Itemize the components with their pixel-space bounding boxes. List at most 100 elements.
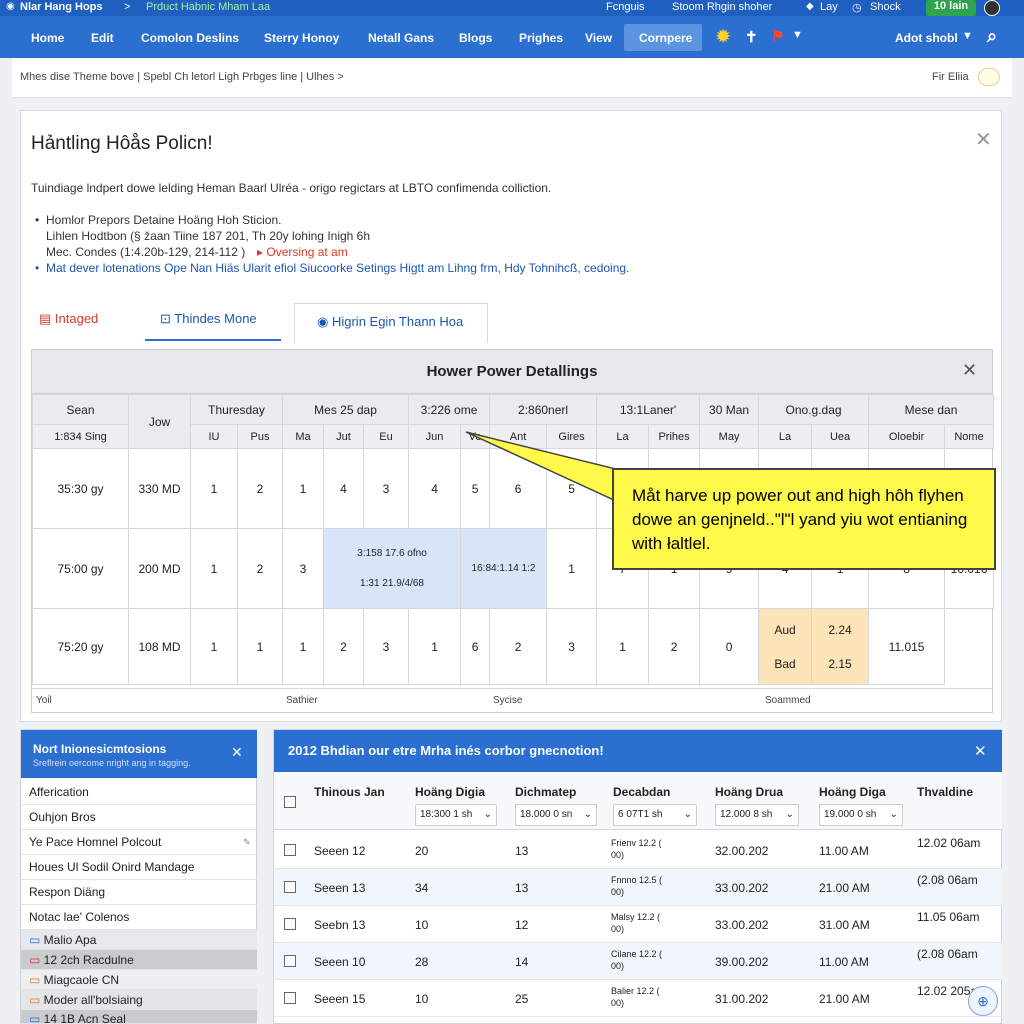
status-badge[interactable]: 10 lain	[926, 0, 976, 16]
bullet-link[interactable]: Mat dever lotenations Ope Nan Hiäs Ulari…	[46, 261, 629, 275]
row-checkbox[interactable]	[284, 955, 296, 967]
cell: 35:30 gy	[32, 448, 129, 529]
row-checkbox[interactable]	[284, 881, 296, 893]
select-value: 19.000 0 sh	[824, 809, 877, 820]
flag-icon[interactable]: ⚑	[771, 27, 784, 45]
breadcrumb-text[interactable]: Mhes dise Theme bove | Spebl Ch letorl L…	[20, 71, 344, 83]
cell: 12.02 06am	[917, 836, 981, 850]
filter-select[interactable]: 6 07T1 sh ⌄	[613, 804, 697, 826]
top-link-3[interactable]: Lay	[820, 1, 838, 13]
list-item[interactable]: ▭ Miagcaole CN	[21, 970, 257, 990]
filter-select[interactable]: 19.000 0 sh ⌄	[819, 804, 903, 826]
col-header[interactable]: Thvaldine	[917, 785, 973, 799]
row-checkbox[interactable]	[284, 918, 296, 930]
cell: 21.00 AM	[819, 992, 870, 1006]
filter-label[interactable]: Fir Eliia	[932, 71, 969, 83]
help-icon[interactable]: ⊕	[968, 986, 998, 1016]
cell: 1	[282, 608, 325, 685]
pin-icon[interactable]: ✝	[745, 28, 758, 46]
search-icon[interactable]: ⌕	[987, 26, 997, 47]
list-item-label: Ye Pace Homnel Polcout	[29, 835, 162, 849]
top-link-1[interactable]: Fcnguis	[606, 1, 645, 13]
highlight-cell[interactable]: 2.24 2.15	[811, 608, 870, 685]
close-icon[interactable]: ✕	[975, 127, 992, 152]
col-header[interactable]: Decabdan	[613, 785, 670, 799]
tab-thindes[interactable]: ⊡ Thindes Mone	[145, 311, 281, 341]
list-item[interactable]: Afferication	[21, 780, 257, 805]
col-header[interactable]: Hoäng Drua	[715, 785, 783, 799]
filter-select[interactable]: 18:300 1 sh ⌄	[415, 804, 497, 826]
list-item[interactable]: Notac lae' Colenos	[21, 905, 257, 930]
highlight-cell[interactable]: Aud Bad	[758, 608, 813, 685]
cell: 14	[515, 955, 529, 969]
top-link-2[interactable]: Stoom Rhgin shoher	[672, 1, 772, 13]
list-item[interactable]: Houes Ul Sodil Onird Mandage	[21, 855, 257, 880]
col-header[interactable]: Hoäng Diga	[819, 785, 886, 799]
nav-item-4[interactable]: Sterry Honoy	[264, 31, 339, 45]
close-icon[interactable]: ✕	[962, 360, 977, 381]
table-row[interactable]: 75:20 gy 108 MD 1 1 1 2 3 1 6 2 3 1 2 0 …	[32, 608, 994, 685]
table-row[interactable]: Seeen 13 34 13 Fnnno 12.5 ( 00) 33.00.20…	[274, 869, 1002, 906]
list-item[interactable]: ▭ 12 2ch Racdulne	[21, 950, 257, 970]
list-item[interactable]: Respon Diäng	[21, 880, 257, 905]
cell: 1	[282, 448, 325, 529]
nav-item-7[interactable]: Prighes	[519, 31, 563, 45]
sub-head: Jut	[323, 424, 365, 449]
col-header[interactable]: Thinous Jan	[314, 785, 385, 799]
nav-compare[interactable]: Cornpere	[639, 31, 692, 45]
filter-select[interactable]: 12.000 8 sh ⌄	[715, 804, 799, 826]
site-name[interactable]: Nlar Hang Hops	[20, 1, 103, 13]
list-item[interactable]: Ye Pace Homnel Polcout ✎	[21, 830, 257, 855]
chart-icon: ⊡	[160, 311, 175, 326]
table-row[interactable]: Seebn 13 10 12 Malsy 12.2 ( 00) 33.00.20…	[274, 906, 1002, 943]
cell: 11.00 AM	[819, 955, 869, 969]
chevron-down-icon[interactable]: ▼	[792, 29, 803, 41]
row-checkbox[interactable]	[284, 992, 296, 1004]
table-row[interactable]: Seeen 15 10 25 Balier 12.2 ( 00) 31.00.2…	[274, 980, 1002, 1017]
nav-view[interactable]: View	[585, 31, 612, 45]
table-row[interactable]: Seeen 10 28 14 Cilane 12.2 ( 00) 39.00.2…	[274, 943, 1002, 980]
select-all-checkbox[interactable]	[284, 796, 296, 808]
tab-intaged[interactable]: ▤ Intaged	[39, 311, 98, 341]
highlight-cell[interactable]: 3:158 17.6 ofno 1:31 21.9/4/68	[323, 528, 462, 609]
sun-icon[interactable]: ✹	[716, 27, 730, 47]
cell: 11.00 AM	[819, 844, 869, 858]
tab-label: Thindes Mone	[174, 311, 257, 326]
cell: 39.00.202	[715, 955, 769, 969]
col-header[interactable]: Dichmatep	[515, 785, 576, 799]
cell: 1	[596, 608, 650, 685]
highlight-cell[interactable]: 16:84:1.14 1:2	[460, 528, 548, 609]
list-item[interactable]: ▭ Moder all'bolsiaing	[21, 990, 257, 1010]
list-item[interactable]: Ouhjon Bros	[21, 805, 257, 830]
nav-item-5[interactable]: Netall Gans	[368, 31, 434, 45]
chevron-down-icon[interactable]: ▼	[962, 30, 973, 42]
nav-home[interactable]: Home	[31, 31, 64, 45]
filter-toggle[interactable]	[978, 68, 1000, 86]
col-header[interactable]: Hoäng Digia	[415, 785, 485, 799]
cell: 4	[323, 448, 365, 529]
nav-edit[interactable]: Edit	[91, 31, 114, 45]
avatar[interactable]	[984, 0, 1000, 16]
close-icon[interactable]: ✕	[974, 742, 987, 760]
cell: 10	[415, 918, 429, 932]
tab-higrin[interactable]: ◉ Higrin Egin Thann Hoa	[294, 303, 488, 343]
cell: 1	[190, 608, 238, 685]
top-link-4[interactable]: Shock	[870, 1, 901, 13]
select-value: 18.000 0 sn	[520, 809, 573, 820]
grid-footer: Yoil Sathier Sycise Soammed	[32, 688, 992, 712]
nav-account[interactable]: Adot shobl	[895, 31, 958, 45]
nav-blogs[interactable]: Blogs	[459, 31, 492, 45]
filter-select[interactable]: 18.000 0 sn ⌄	[515, 804, 597, 826]
data-panel: 2012 Bhdian our etre Mrha inés corbor gn…	[273, 729, 1002, 1024]
list-item-label: Malio Apa	[43, 933, 97, 947]
edit-icon[interactable]: ✎	[243, 830, 251, 855]
nav-item-3[interactable]: Comolon Deslins	[141, 31, 239, 45]
cell: 33.00.202	[715, 881, 769, 895]
table-row[interactable]: Seeen 12 20 13 Frienv 12.2 ( 00) 32.00.2…	[274, 832, 1002, 869]
grid-title: Hower Power Detallings	[32, 350, 992, 394]
row-checkbox[interactable]	[284, 844, 296, 856]
clock-icon: ◷	[852, 2, 862, 14]
list-item[interactable]: ▭ 14 1B Acn Seal	[21, 1010, 257, 1024]
close-icon[interactable]: ✕	[231, 744, 243, 761]
list-item[interactable]: ▭ Malio Apa	[21, 930, 257, 950]
